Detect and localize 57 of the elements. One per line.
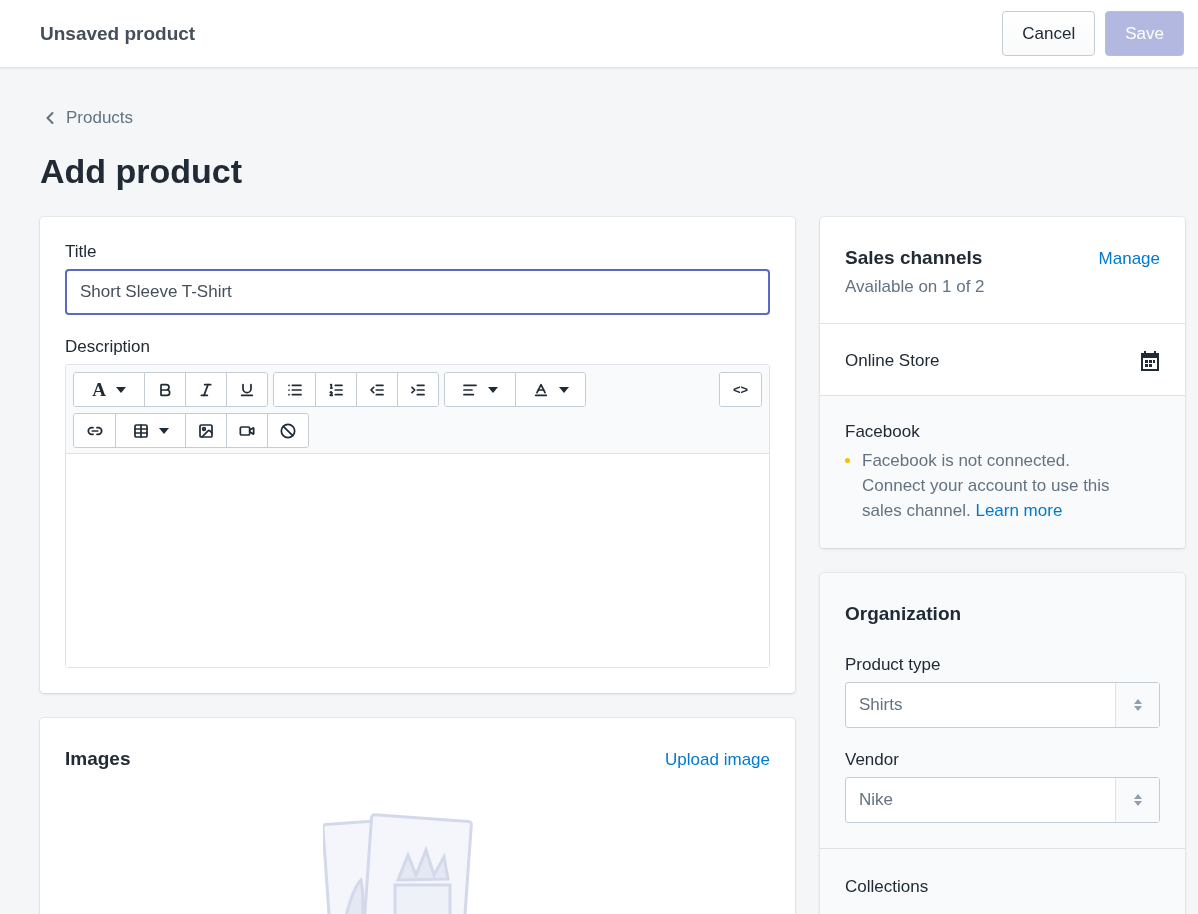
calendar-icon[interactable] xyxy=(1140,351,1160,371)
select-arrows-icon xyxy=(1133,794,1142,806)
card-title: Images xyxy=(65,748,131,770)
field-label: Product type xyxy=(845,655,942,675)
link-button[interactable] xyxy=(74,414,115,447)
field-label: Vendor xyxy=(845,750,900,770)
font-button[interactable]: A xyxy=(74,373,144,406)
select-field[interactable]: Shirts xyxy=(845,682,1160,728)
cancel-button[interactable]: Cancel xyxy=(1002,11,1096,56)
page-status-title: Unsaved product xyxy=(40,22,197,45)
caret-icon xyxy=(488,386,498,393)
bullets-icon xyxy=(286,381,303,398)
underline-icon xyxy=(239,381,255,398)
learn-more-link[interactable]: Learn more xyxy=(975,501,1063,520)
outdent-icon xyxy=(369,381,385,398)
bold-button[interactable] xyxy=(144,373,185,406)
card-title: Sales channels xyxy=(845,247,983,269)
table-icon xyxy=(132,422,149,439)
select-arrows-icon xyxy=(1133,699,1142,711)
italic-icon xyxy=(198,381,214,398)
clear-icon xyxy=(280,422,296,439)
color-button[interactable] xyxy=(515,373,585,406)
align-button[interactable] xyxy=(445,373,515,406)
indent-button[interactable] xyxy=(397,373,438,406)
field-label: Title xyxy=(65,242,98,262)
availability-text: Available on 1 of 2 xyxy=(845,277,986,297)
bold-icon xyxy=(157,381,173,398)
clear-button[interactable] xyxy=(267,414,308,447)
manage-link[interactable]: Manage xyxy=(1098,249,1160,269)
card-title: Organization xyxy=(845,603,963,625)
image-icon xyxy=(198,422,214,439)
underline-button[interactable] xyxy=(226,373,267,406)
italic-button[interactable] xyxy=(185,373,226,406)
caret-icon xyxy=(158,427,169,434)
breadcrumb-link[interactable]: Products xyxy=(40,108,134,128)
channel-name: Facebook xyxy=(845,422,920,441)
numbers-icon xyxy=(328,381,344,398)
code-button[interactable]: <> xyxy=(720,373,761,406)
select-field[interactable]: Nike xyxy=(845,777,1160,823)
channel-name: Online Store xyxy=(845,351,940,371)
color-icon xyxy=(532,381,549,398)
caret-icon xyxy=(115,386,126,393)
numbers-button[interactable] xyxy=(315,373,356,406)
indent-icon xyxy=(410,381,426,398)
outdent-button[interactable] xyxy=(356,373,397,406)
bullets-button[interactable] xyxy=(274,373,315,406)
table-button[interactable] xyxy=(115,414,185,447)
upload-image-link[interactable]: Upload image xyxy=(665,750,770,770)
connection-message: Facebook is not connected. Connect your account to use this sales channel. Learn more xyxy=(862,450,1111,522)
align-icon xyxy=(462,381,478,398)
video-button[interactable] xyxy=(226,414,267,447)
field-label: Description xyxy=(65,337,152,357)
image-button[interactable] xyxy=(185,414,226,447)
page-title: Add product xyxy=(40,152,244,191)
title-input[interactable]: Short Sleeve T-Shirt xyxy=(65,269,770,315)
caret-icon xyxy=(558,386,569,393)
field-label: Collections xyxy=(845,877,930,897)
